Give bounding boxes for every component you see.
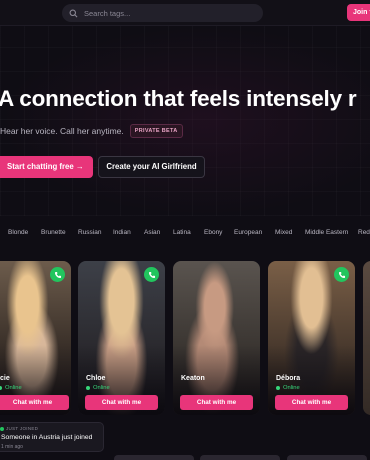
notification-time: 1 min ago (1, 444, 23, 450)
search-placeholder: Search tags... (84, 8, 131, 18)
hero-background (0, 26, 370, 216)
join-notification: JUST JOINED Someone in Austria just join… (0, 422, 104, 452)
chat-with-me-button[interactable]: Chat with me (180, 395, 253, 410)
tag-ebony[interactable]: Ebony (204, 229, 222, 236)
tag-russian[interactable]: Russian (78, 229, 101, 236)
hero-headline: A connection that feels intensely r (0, 86, 357, 111)
tag-blonde[interactable]: Blonde (8, 229, 28, 236)
tag-latina[interactable]: Latina (173, 229, 191, 236)
tag-mixed[interactable]: Mixed (275, 229, 292, 236)
tag-middle-eastern[interactable]: Middle Eastern (305, 229, 348, 236)
tag-red[interactable]: Red (358, 229, 370, 236)
online-dot-icon (276, 386, 280, 390)
online-dot-icon (86, 386, 90, 390)
search-icon (69, 9, 78, 17)
character-card[interactable]: Keaton Chat with me (173, 261, 260, 415)
character-name: Débora (276, 375, 301, 382)
notification-message: Someone in Austria just joined (1, 434, 93, 441)
phone-icon[interactable] (334, 267, 349, 282)
character-card[interactable]: Chloe Online Chat with me (78, 261, 165, 415)
search-input[interactable]: Search tags... (62, 4, 263, 22)
character-photo (363, 261, 370, 415)
online-dot-icon (0, 386, 2, 390)
next-row-card (200, 455, 280, 460)
chat-with-me-button[interactable]: Chat with me (0, 395, 69, 410)
character-name: cie (0, 375, 10, 382)
chat-with-me-button[interactable]: Chat with me (275, 395, 348, 410)
notification-kicker: JUST JOINED (6, 426, 39, 431)
online-status: Online (0, 385, 22, 391)
join-button[interactable]: Join f (347, 4, 370, 21)
status-text: Online (5, 385, 22, 391)
tag-asian[interactable]: Asian (144, 229, 160, 236)
start-chatting-button[interactable]: Start chatting free → (0, 156, 93, 178)
create-girlfriend-button[interactable]: Create your AI Girlfriend (98, 156, 205, 178)
hero-subline-text: Hear her voice. Call her anytime. (0, 126, 124, 136)
next-row-card (287, 455, 367, 460)
status-text: Online (93, 385, 110, 391)
live-dot-icon (0, 427, 4, 431)
tag-european[interactable]: European (234, 229, 262, 236)
phone-icon[interactable] (50, 267, 65, 282)
character-card[interactable]: Débora Online Chat with me (268, 261, 355, 415)
character-card[interactable] (363, 261, 370, 415)
private-beta-badge: PRIVATE BETA (129, 124, 183, 138)
status-text: Online (283, 385, 300, 391)
top-bar: Search tags... Join f (0, 0, 370, 26)
next-row-card (114, 455, 194, 460)
online-status: Online (276, 385, 300, 391)
character-name: Keaton (181, 375, 205, 382)
tag-brunette[interactable]: Brunette (41, 229, 66, 236)
tag-filter-bar: Blonde Brunette Russian Indian Asian Lat… (0, 229, 370, 241)
character-card[interactable]: cie Online Chat with me (0, 261, 71, 415)
phone-icon[interactable] (144, 267, 159, 282)
hero-subline: Hear her voice. Call her anytime. PRIVAT… (0, 124, 183, 138)
character-name: Chloe (86, 375, 106, 382)
chat-with-me-button[interactable]: Chat with me (85, 395, 158, 410)
online-status: Online (86, 385, 110, 391)
tag-indian[interactable]: Indian (113, 229, 131, 236)
